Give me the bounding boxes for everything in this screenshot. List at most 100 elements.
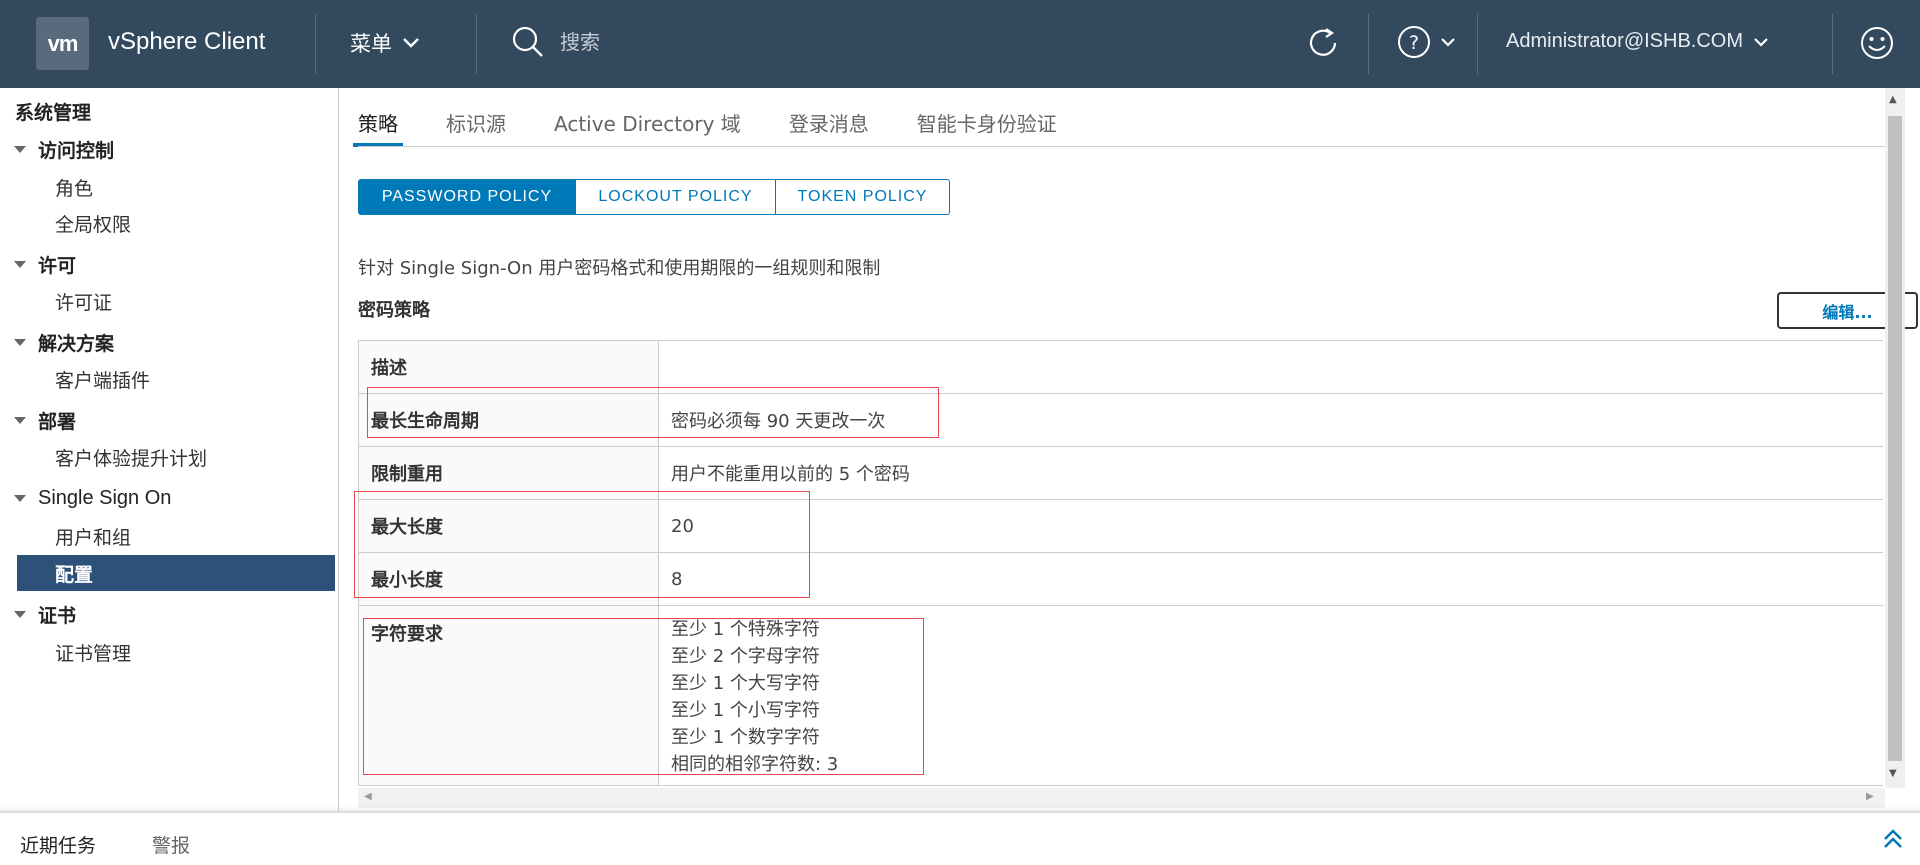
sidebar-group-licensing[interactable]: 许可 xyxy=(0,248,76,280)
row-value: 密码必须每 90 天更改一次 xyxy=(658,393,1883,447)
lockout-policy-button[interactable]: LOCKOUT POLICY xyxy=(576,179,776,215)
alarms-tab[interactable]: 警报 xyxy=(152,831,190,858)
tabs-divider xyxy=(358,146,1885,147)
row-value xyxy=(658,340,1883,394)
caret-down-icon xyxy=(14,338,26,346)
caret-down-icon xyxy=(14,610,26,618)
row-value: 用户不能重用以前的 5 个密码 xyxy=(658,446,1883,500)
sidebar-item-configuration[interactable]: 配置 xyxy=(17,555,335,591)
row-key: 最长生命周期 xyxy=(358,393,659,447)
sidebar-group-label: 访问控制 xyxy=(38,139,115,162)
help-menu[interactable]: ? xyxy=(1396,24,1456,60)
app-title[interactable]: vSphere Client xyxy=(108,28,265,56)
sidebar-item-client-plugins[interactable]: 客户端插件 xyxy=(17,361,335,397)
requirement-line: 相同的相邻字符数: 3 xyxy=(671,754,839,775)
sidebar-group-label: 许可 xyxy=(38,254,77,277)
help-icon: ? xyxy=(1398,26,1430,58)
requirement-line: 至少 1 个数字字符 xyxy=(671,727,820,748)
horizontal-scrollbar[interactable]: ◀ ▶ xyxy=(358,788,1885,808)
requirement-line: 至少 1 个大写字符 xyxy=(671,673,820,694)
table-row: 限制重用 用户不能重用以前的 5 个密码 xyxy=(358,446,1883,500)
menu-label: 菜单 xyxy=(350,32,392,56)
requirement-line: 至少 1 个小写字符 xyxy=(671,700,820,721)
token-policy-button[interactable]: TOKEN POLICY xyxy=(776,179,950,215)
sidebar-group-single-sign-on[interactable]: Single Sign On xyxy=(0,482,171,514)
sidebar-group-label: 证书 xyxy=(38,604,77,627)
header-divider xyxy=(1477,14,1478,74)
sidebar-item-licenses[interactable]: 许可证 xyxy=(17,283,335,319)
refresh-icon[interactable] xyxy=(1304,24,1342,62)
policy-button-group: PASSWORD POLICY LOCKOUT POLICY TOKEN POL… xyxy=(358,179,950,215)
row-value: 至少 1 个特殊字符 至少 2 个字母字符 至少 1 个大写字符 至少 1 个小… xyxy=(658,605,1883,786)
sidebar-item-ceip[interactable]: 客户体验提升计划 xyxy=(17,439,335,475)
sidebar-item-roles[interactable]: 角色 xyxy=(17,169,335,205)
sidebar-item-users-and-groups[interactable]: 用户和组 xyxy=(17,518,335,554)
admin-sidebar: 系统管理 访问控制 角色 全局权限 许可 许可证 解决方案 客户端插件 部署 客… xyxy=(0,88,339,811)
sidebar-root-title: 系统管理 xyxy=(15,102,92,124)
table-row: 最小长度 8 xyxy=(358,552,1883,606)
row-key: 最大长度 xyxy=(358,499,659,553)
sidebar-group-access-control[interactable]: 访问控制 xyxy=(0,133,114,165)
caret-down-icon xyxy=(14,145,26,153)
search-input[interactable] xyxy=(560,30,1060,54)
sidebar-group-label: 部署 xyxy=(38,410,77,433)
double-chevron-up-icon[interactable] xyxy=(1882,827,1904,851)
row-key: 最小长度 xyxy=(358,552,659,606)
header-divider xyxy=(1832,14,1833,74)
sidebar-item-global-permissions[interactable]: 全局权限 xyxy=(17,205,335,241)
search-icon xyxy=(512,26,543,57)
tab-identity-sources[interactable]: 标识源 xyxy=(446,96,506,146)
scroll-right-icon[interactable]: ▶ xyxy=(1866,791,1874,802)
top-header: vm vSphere Client 菜单 ? Administrator@ISH… xyxy=(0,0,1920,88)
sidebar-group-label: 解决方案 xyxy=(38,332,115,355)
sidebar-item-certificate-management[interactable]: 证书管理 xyxy=(17,634,335,670)
caret-down-icon xyxy=(14,260,26,268)
table-row: 描述 xyxy=(358,340,1883,394)
chevron-down-icon xyxy=(403,38,419,48)
smiley-icon[interactable] xyxy=(1858,24,1896,62)
menu-dropdown[interactable]: 菜单 xyxy=(350,28,420,58)
chevron-down-icon xyxy=(1441,38,1455,47)
config-tabs: 策略 标识源 Active Directory 域 登录消息 智能卡身份验证 xyxy=(353,96,1105,147)
tab-login-message[interactable]: 登录消息 xyxy=(789,96,869,146)
caret-down-icon xyxy=(14,416,26,424)
sidebar-group-label: Single Sign On xyxy=(38,486,172,509)
row-key: 限制重用 xyxy=(358,446,659,500)
bottom-panel-bar: 近期任务 警报 xyxy=(0,811,1920,865)
sidebar-group-solutions[interactable]: 解决方案 xyxy=(0,326,114,358)
section-title: 密码策略 xyxy=(358,300,430,321)
row-key: 字符要求 xyxy=(358,605,659,786)
recent-tasks-tab[interactable]: 近期任务 xyxy=(20,831,96,858)
table-row: 字符要求 至少 1 个特殊字符 至少 2 个字母字符 至少 1 个大写字符 至少… xyxy=(358,605,1883,786)
vertical-scrollbar[interactable]: ▲ ▼ xyxy=(1885,88,1905,788)
user-name: Administrator@ISHB.COM xyxy=(1506,30,1744,52)
tab-active-directory-domain[interactable]: Active Directory 域 xyxy=(554,96,741,146)
scroll-up-icon[interactable]: ▲ xyxy=(1889,94,1897,105)
requirement-line: 至少 1 个特殊字符 xyxy=(671,619,820,640)
scroll-down-icon[interactable]: ▼ xyxy=(1889,768,1897,779)
scrollbar-thumb[interactable] xyxy=(1888,116,1902,761)
row-key: 描述 xyxy=(358,340,659,394)
password-policy-button[interactable]: PASSWORD POLICY xyxy=(358,179,576,215)
search-box[interactable] xyxy=(510,24,1060,60)
requirement-line: 至少 2 个字母字符 xyxy=(671,646,820,667)
scroll-left-icon[interactable]: ◀ xyxy=(364,791,372,802)
header-divider xyxy=(315,14,316,74)
main-content: 策略 标识源 Active Directory 域 登录消息 智能卡身份验证 P… xyxy=(340,88,1918,811)
user-menu[interactable]: Administrator@ISHB.COM xyxy=(1506,30,1769,53)
row-value: 20 xyxy=(658,499,1883,553)
vmware-logo[interactable]: vm xyxy=(36,17,89,70)
table-row: 最大长度 20 xyxy=(358,499,1883,553)
password-policy-table: 描述 最长生命周期 密码必须每 90 天更改一次 限制重用 用户不能重用以前的 … xyxy=(358,340,1883,786)
caret-down-icon xyxy=(14,494,26,502)
table-row: 最长生命周期 密码必须每 90 天更改一次 xyxy=(358,393,1883,447)
sidebar-group-certificates[interactable]: 证书 xyxy=(0,598,76,630)
svg-text:?: ? xyxy=(1409,32,1419,54)
sidebar-group-deployment[interactable]: 部署 xyxy=(0,404,76,436)
tab-smart-card-authentication[interactable]: 智能卡身份验证 xyxy=(917,96,1057,146)
tab-policies[interactable]: 策略 xyxy=(353,96,403,147)
header-divider xyxy=(476,14,477,74)
header-divider xyxy=(1368,14,1369,74)
row-value: 8 xyxy=(658,552,1883,606)
policy-description: 针对 Single Sign-On 用户密码格式和使用期限的一组规则和限制 xyxy=(358,258,881,279)
